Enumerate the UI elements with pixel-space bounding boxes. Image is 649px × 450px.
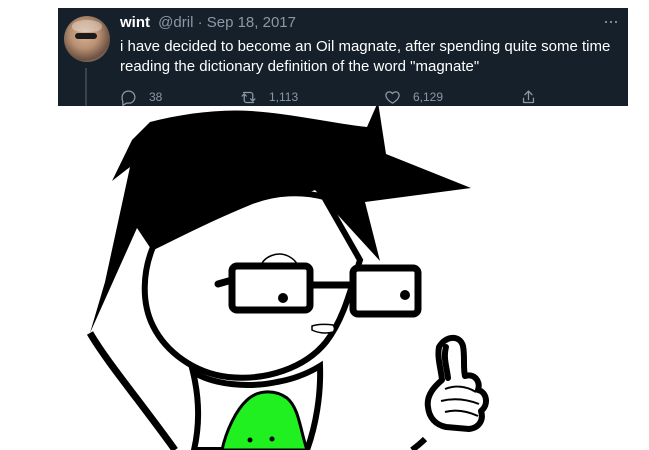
like-count: 6,129 <box>413 90 444 104</box>
right-eye <box>400 290 410 300</box>
mouth <box>311 323 336 334</box>
cartoon-illustration <box>0 106 649 450</box>
tweet-header: wint @dril · Sep 18, 2017 <box>120 14 296 31</box>
green-symbol-eye-right <box>269 436 275 442</box>
share-icon <box>522 89 535 103</box>
retweet-count: 1,113 <box>269 90 299 104</box>
share-button[interactable] <box>520 88 537 106</box>
left-glasses-lens <box>228 262 314 314</box>
author-name[interactable]: wint <box>120 14 150 31</box>
tweet-card[interactable]: wint @dril · Sep 18, 2017 ··· i have dec… <box>58 8 628 106</box>
tweet-text: i have decided to become an Oil magnate,… <box>120 38 611 75</box>
author-handle-date[interactable]: @dril · Sep 18, 2017 <box>158 14 296 31</box>
reply-count: 38 <box>149 90 163 104</box>
avatar[interactable] <box>64 16 110 62</box>
pointing-finger-shadow <box>441 344 451 381</box>
reply-icon <box>121 89 136 106</box>
green-symbol-eye-left <box>247 437 253 443</box>
heart-icon <box>385 90 400 104</box>
retweet-icon <box>241 91 256 103</box>
thread-line <box>85 68 87 106</box>
tweet-actions: 38 1,113 6,129 <box>120 88 600 106</box>
glasses-temple <box>214 276 236 288</box>
retweet-button[interactable]: 1,113 <box>240 88 298 106</box>
right-glasses-lens <box>349 264 422 318</box>
reply-button[interactable]: 38 <box>120 88 162 106</box>
like-button[interactable]: 6,129 <box>384 88 443 106</box>
left-eye <box>278 293 288 303</box>
more-options-icon[interactable]: ··· <box>603 12 619 30</box>
